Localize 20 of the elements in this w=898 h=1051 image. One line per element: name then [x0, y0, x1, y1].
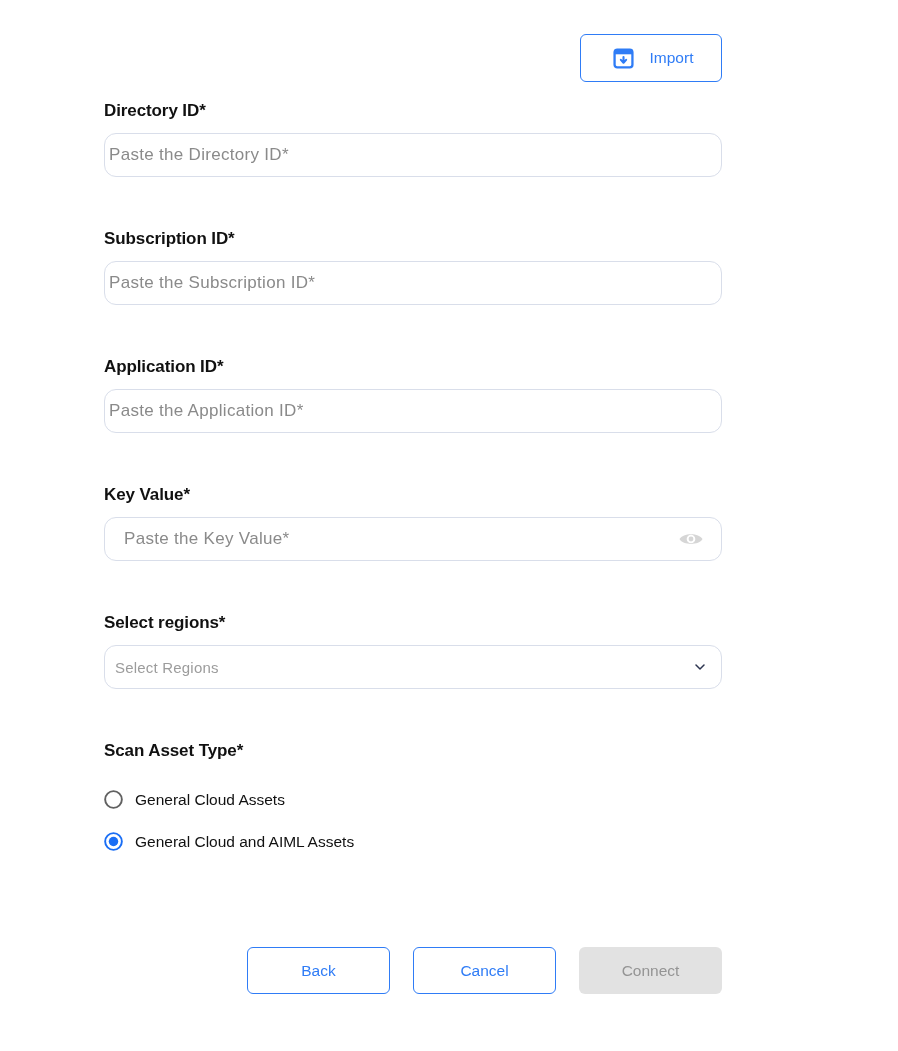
- text-field[interactable]: Paste the Application ID*: [104, 389, 722, 433]
- download-box-icon: [612, 47, 634, 69]
- password-field[interactable]: Paste the Key Value*: [104, 517, 722, 561]
- field-label: Scan Asset Type*: [104, 741, 245, 761]
- field-label: Subscription ID*: [104, 229, 236, 249]
- text-field[interactable]: Paste the Directory ID*: [104, 133, 722, 177]
- import-button[interactable]: Import: [580, 34, 722, 82]
- chevron-down-icon: [695, 664, 705, 670]
- action-button[interactable]: Cancel: [413, 947, 556, 994]
- field-label: Key Value*: [104, 485, 191, 505]
- field-label: Directory ID*: [104, 101, 207, 121]
- field-label: Select regions*: [104, 613, 227, 633]
- field-label: Application ID*: [104, 357, 225, 377]
- regions-dropdown[interactable]: Select Regions: [104, 645, 722, 689]
- radio-label: General Cloud Assets: [135, 790, 285, 809]
- action-button[interactable]: Back: [247, 947, 390, 994]
- radio-label: General Cloud and AIML Assets: [135, 832, 355, 851]
- text-field[interactable]: Paste the Subscription ID*: [104, 261, 722, 305]
- radio-button[interactable]: [104, 832, 123, 851]
- radio-button[interactable]: [104, 790, 123, 809]
